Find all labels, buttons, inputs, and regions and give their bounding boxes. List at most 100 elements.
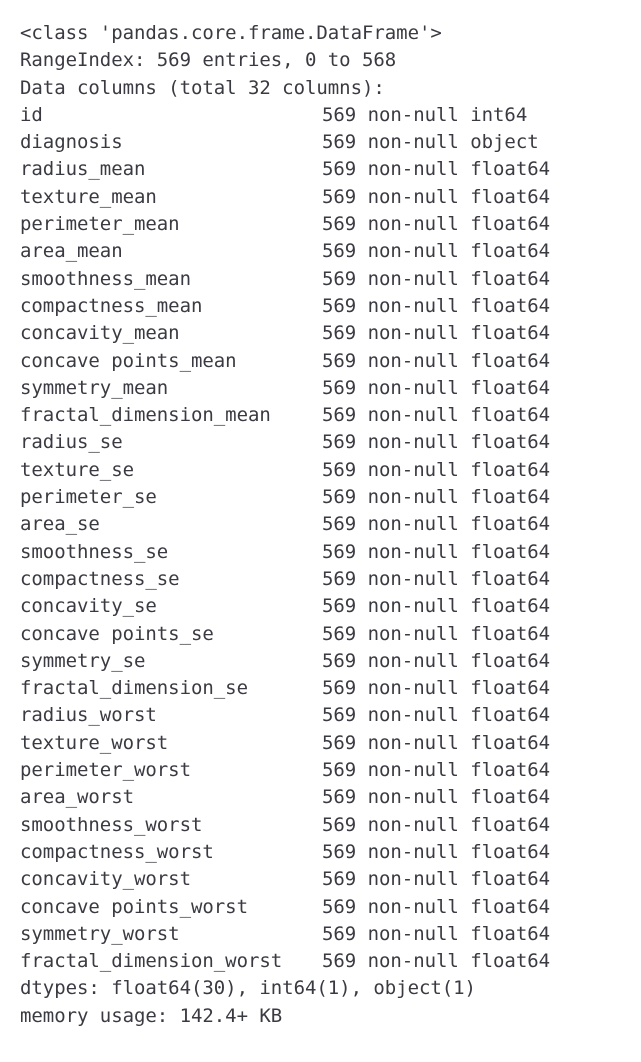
column-row: diagnosis 569 non-null object <box>20 129 641 156</box>
column-separator <box>459 677 470 699</box>
column-name: symmetry_mean <box>20 376 169 399</box>
column-separator <box>356 459 367 481</box>
column-non-null-count: 569 <box>322 158 357 181</box>
column-dtype: float64 <box>470 622 551 645</box>
column-separator <box>356 841 367 863</box>
column-dtype: float64 <box>470 158 551 181</box>
column-non-null-label: non-null <box>367 840 459 863</box>
column-separator <box>459 704 470 726</box>
column-separator <box>459 459 470 481</box>
column-dtype: float64 <box>470 922 551 945</box>
column-dtype: float64 <box>470 595 551 618</box>
column-separator <box>459 568 470 590</box>
column-non-null-label: non-null <box>367 103 459 126</box>
column-row: concavity_mean 569 non-null float64 <box>20 320 641 347</box>
column-non-null-count: 569 <box>322 322 357 345</box>
column-name: smoothness_se <box>20 540 169 563</box>
column-name: concavity_worst <box>20 868 191 891</box>
column-name: area_worst <box>20 786 134 809</box>
column-dtype: float64 <box>470 895 551 918</box>
column-dtype: float64 <box>470 267 551 290</box>
column-separator <box>459 322 470 344</box>
column-separator <box>356 732 367 754</box>
column-row: concave points_se 569 non-null float64 <box>20 621 641 648</box>
column-non-null-label: non-null <box>367 950 459 973</box>
column-non-null-label: non-null <box>367 486 459 509</box>
column-separator <box>356 186 367 208</box>
column-separator <box>459 923 470 945</box>
column-separator <box>459 732 470 754</box>
column-non-null-label: non-null <box>367 567 459 590</box>
column-non-null-count: 569 <box>322 294 357 317</box>
column-row: radius_mean 569 non-null float64 <box>20 156 641 183</box>
column-non-null-label: non-null <box>367 376 459 399</box>
column-dtype: float64 <box>470 840 551 863</box>
column-separator <box>459 595 470 617</box>
column-name: diagnosis <box>20 131 123 154</box>
column-non-null-label: non-null <box>367 185 459 208</box>
column-separator <box>459 240 470 262</box>
column-non-null-count: 569 <box>322 404 357 427</box>
column-row: area_mean 569 non-null float64 <box>20 238 641 265</box>
column-dtype: float64 <box>470 540 551 563</box>
column-name: compactness_se <box>20 567 180 590</box>
memory-usage-line: memory usage: 142.4+ KB <box>20 1004 283 1027</box>
column-dtype: float64 <box>470 786 551 809</box>
column-name: concavity_se <box>20 595 157 618</box>
column-non-null-count: 569 <box>322 458 357 481</box>
column-dtype: float64 <box>470 294 551 317</box>
column-non-null-count: 569 <box>322 267 357 290</box>
column-dtype: float64 <box>470 731 551 754</box>
data-columns-header-line: Data columns (total 32 columns): <box>20 76 385 99</box>
column-separator <box>356 541 367 563</box>
column-separator <box>356 950 367 972</box>
column-dtype: float64 <box>470 185 551 208</box>
column-name: fractal_dimension_worst <box>20 950 283 973</box>
column-non-null-count: 569 <box>322 868 357 891</box>
column-separator <box>356 513 367 535</box>
column-row: compactness_mean 569 non-null float64 <box>20 293 641 320</box>
column-non-null-label: non-null <box>367 349 459 372</box>
column-separator <box>459 841 470 863</box>
column-row: texture_se 569 non-null float64 <box>20 457 641 484</box>
column-dtype: float64 <box>470 950 551 973</box>
column-non-null-label: non-null <box>367 540 459 563</box>
column-name: perimeter_worst <box>20 759 191 782</box>
column-non-null-count: 569 <box>322 704 357 727</box>
column-separator <box>459 486 470 508</box>
column-non-null-count: 569 <box>322 431 357 454</box>
column-row: smoothness_mean 569 non-null float64 <box>20 266 641 293</box>
column-non-null-count: 569 <box>322 513 357 536</box>
column-name: fractal_dimension_se <box>20 677 248 700</box>
column-separator <box>356 623 367 645</box>
column-non-null-count: 569 <box>322 240 357 263</box>
column-row: id 569 non-null int64 <box>20 102 641 129</box>
column-dtype: float64 <box>470 322 551 345</box>
column-separator <box>459 868 470 890</box>
column-row: texture_worst 569 non-null float64 <box>20 730 641 757</box>
column-name: radius_mean <box>20 158 146 181</box>
column-name: radius_se <box>20 431 123 454</box>
column-name: texture_mean <box>20 185 157 208</box>
column-separator <box>356 431 367 453</box>
column-name: id <box>20 103 43 126</box>
column-non-null-count: 569 <box>322 349 357 372</box>
column-non-null-label: non-null <box>367 431 459 454</box>
column-separator <box>356 677 367 699</box>
column-non-null-label: non-null <box>367 868 459 891</box>
column-name: area_se <box>20 513 100 536</box>
column-row: symmetry_se 569 non-null float64 <box>20 648 641 675</box>
column-non-null-count: 569 <box>322 922 357 945</box>
column-separator <box>356 213 367 235</box>
column-name: texture_se <box>20 458 134 481</box>
column-separator <box>459 814 470 836</box>
column-non-null-count: 569 <box>322 759 357 782</box>
column-non-null-label: non-null <box>367 786 459 809</box>
column-separator <box>459 104 470 126</box>
column-separator <box>459 623 470 645</box>
column-row: perimeter_worst 569 non-null float64 <box>20 757 641 784</box>
column-separator <box>459 404 470 426</box>
column-non-null-count: 569 <box>322 622 357 645</box>
column-non-null-label: non-null <box>367 677 459 700</box>
column-dtype: float64 <box>470 868 551 891</box>
